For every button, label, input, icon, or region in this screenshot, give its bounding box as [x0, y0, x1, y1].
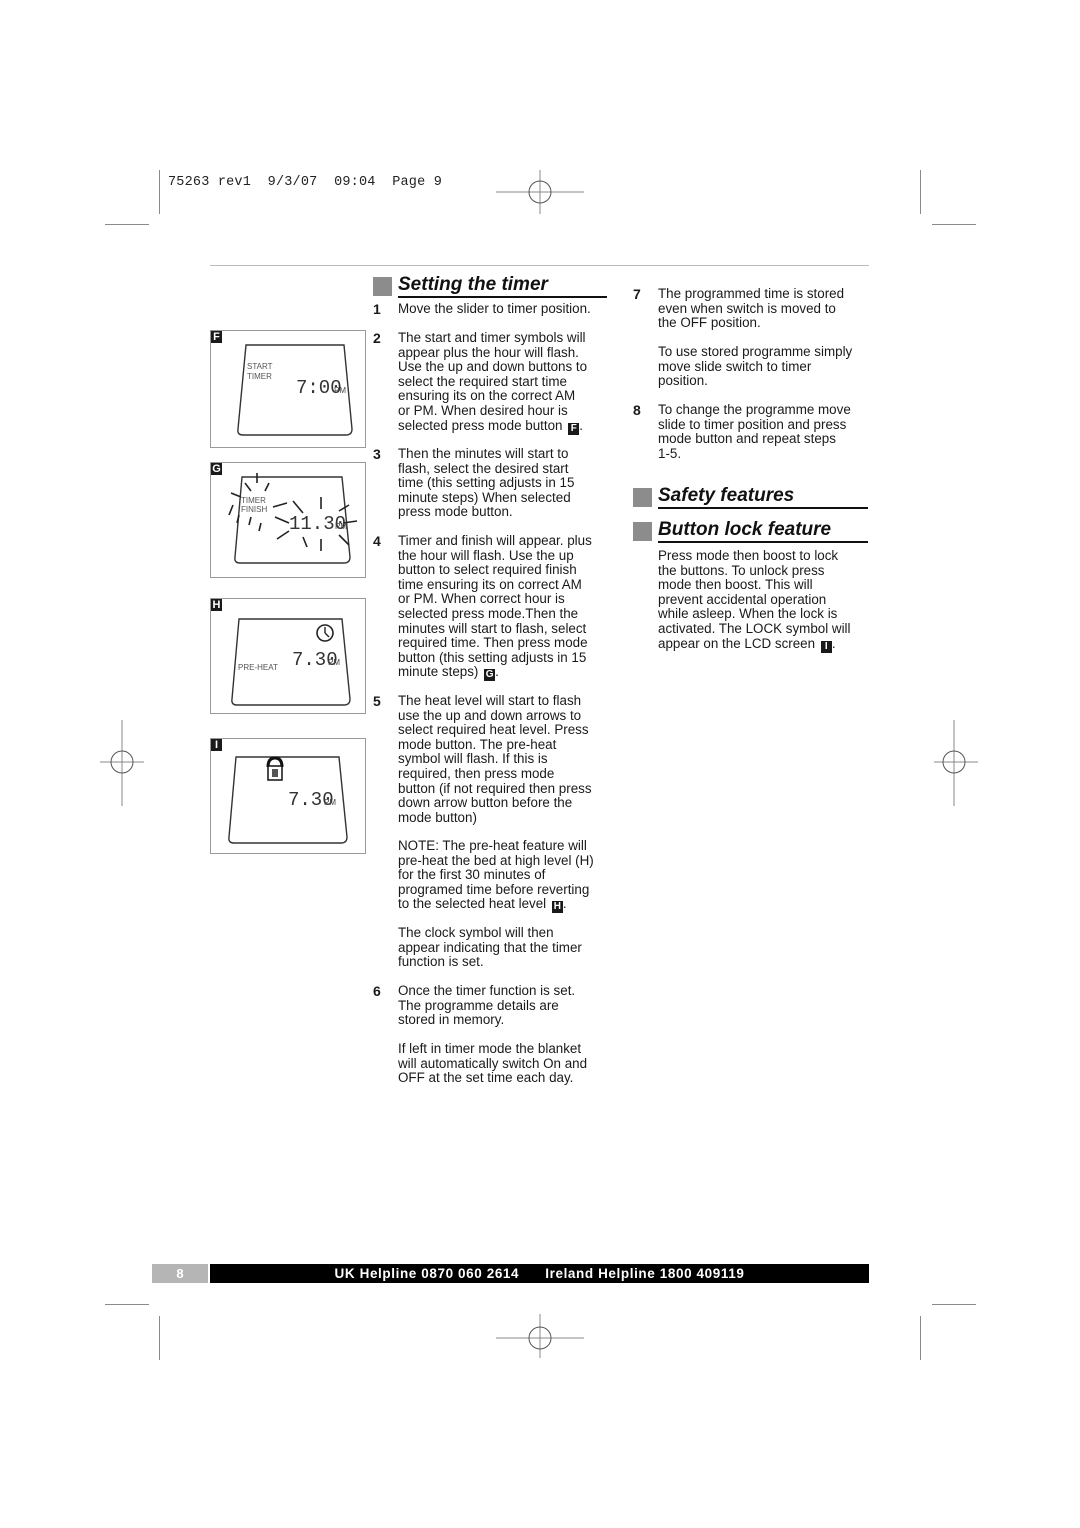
lcd-display-i: 7.30 PM — [228, 756, 348, 844]
step-number: 2 — [373, 330, 381, 346]
lock-text: Press mode then boost to lock the button… — [658, 548, 851, 651]
crop-mark — [159, 1316, 160, 1360]
lcd-ampm: PM — [324, 798, 336, 807]
section-heading-safety: Safety features — [633, 485, 868, 511]
clock-paragraph: The clock symbol will then appear indica… — [398, 925, 582, 970]
heading-square-icon — [373, 277, 392, 296]
step-number: 6 — [373, 983, 381, 999]
lcd-display-g: TIMER FINISH 11.30 PM — [228, 473, 358, 564]
crop-mark — [932, 224, 976, 225]
lock-icon — [266, 756, 284, 781]
ireland-helpline: Ireland Helpline 1800 409119 — [545, 1266, 745, 1281]
crop-mark — [920, 170, 921, 214]
slug-page: Page 9 — [392, 175, 443, 190]
crop-mark — [932, 1304, 976, 1305]
lcd-label: TIMER — [241, 496, 266, 505]
step-text: Move the slider to timer position. — [398, 301, 591, 316]
figure-letter: F — [211, 331, 222, 343]
uk-helpline: UK Helpline 0870 060 2614 — [334, 1266, 520, 1281]
lcd-label: PRE-HEAT — [238, 663, 278, 672]
lcd-label: START — [247, 362, 273, 371]
punct: . — [495, 664, 499, 680]
lcd-label: TIMER — [247, 372, 272, 381]
page-number: 8 — [152, 1264, 208, 1283]
lcd-display-h: PRE-HEAT 7.30 PM — [231, 618, 351, 706]
crop-mark — [105, 1304, 149, 1305]
figure-ref-g: G — [484, 669, 496, 682]
step-text: The start and timer symbols will appear … — [398, 330, 588, 433]
heading-square-icon — [633, 522, 652, 541]
heading-rule — [658, 507, 868, 509]
note-paragraph: NOTE: The pre-heat feature will pre-heat… — [398, 838, 623, 914]
helpline-bar: UK Helpline 0870 060 2614 Ireland Helpli… — [210, 1264, 869, 1283]
slug-time: 09:04 — [334, 175, 376, 190]
print-slug: 75263 rev1 9/3/07 09:04 Page 9 — [168, 175, 442, 190]
registration-mark-icon — [934, 720, 978, 806]
lcd-label: FINISH — [241, 505, 267, 514]
step-number: 4 — [373, 533, 381, 549]
section-heading-setting-timer: Setting the timer — [373, 274, 607, 300]
heading-title: Safety features — [658, 485, 795, 506]
step-text: The programmed time is stored even when … — [658, 286, 845, 331]
step-number: 8 — [633, 402, 641, 418]
use-stored-paragraph: To use stored programme simply move slid… — [658, 344, 853, 389]
step-text: Timer and finish will appear. plus the h… — [398, 533, 592, 680]
step-number: 1 — [373, 301, 381, 317]
figure-letter: I — [211, 739, 222, 751]
figure-h: PRE-HEAT 7.30 PM H — [210, 598, 366, 714]
heading-title: Setting the timer — [398, 274, 548, 295]
lcd-display-f: START TIMER 7:00 PM — [237, 344, 353, 436]
step-number: 3 — [373, 446, 381, 462]
step-text: The heat level will start to flash use t… — [398, 693, 592, 825]
crop-mark — [920, 1316, 921, 1360]
heading-square-icon — [633, 488, 652, 507]
figure-letter: H — [211, 599, 222, 611]
figure-ref-f: F — [568, 422, 580, 435]
figure-ref-i: I — [820, 640, 832, 653]
figure-ref-h: H — [551, 901, 563, 914]
top-rule — [210, 265, 869, 266]
slug-rev: rev1 — [217, 175, 252, 190]
crop-mark — [105, 224, 149, 225]
lcd-ampm: PM — [334, 386, 346, 395]
step-text: Then the minutes will start to flash, se… — [398, 446, 575, 520]
crop-mark — [159, 170, 160, 214]
figure-i: 7.30 PM I — [210, 738, 366, 854]
punct: . — [562, 896, 567, 912]
figure-f: START TIMER 7:00 PM F — [210, 330, 366, 448]
punct: . — [579, 417, 583, 433]
step-number: 5 — [373, 693, 381, 709]
section-heading-button-lock: Button lock feature — [633, 519, 868, 545]
figure-letter: G — [211, 463, 222, 475]
step-text: Once the timer function is set. The prog… — [398, 983, 576, 1028]
registration-mark-icon — [496, 170, 584, 214]
timer-mode-paragraph: If left in timer mode the blanket will a… — [398, 1041, 588, 1086]
lock-paragraph: Press mode then boost to lock the button… — [658, 548, 883, 653]
registration-mark-icon — [496, 1314, 584, 1358]
registration-mark-icon — [100, 720, 144, 806]
punct: . — [831, 635, 836, 651]
clock-icon — [316, 624, 334, 642]
heading-title: Button lock feature — [658, 519, 832, 540]
step-number: 7 — [633, 286, 641, 302]
lcd-ampm: PM — [328, 658, 340, 667]
heading-rule — [658, 541, 868, 543]
figure-g: TIMER FINISH 11.30 PM G — [210, 462, 366, 578]
step-text: To change the programme move slide to ti… — [658, 402, 851, 461]
lcd-ampm: PM — [335, 522, 347, 531]
slug-job: 75263 — [168, 175, 210, 190]
heading-rule — [398, 296, 607, 298]
slug-date: 9/3/07 — [267, 175, 318, 190]
